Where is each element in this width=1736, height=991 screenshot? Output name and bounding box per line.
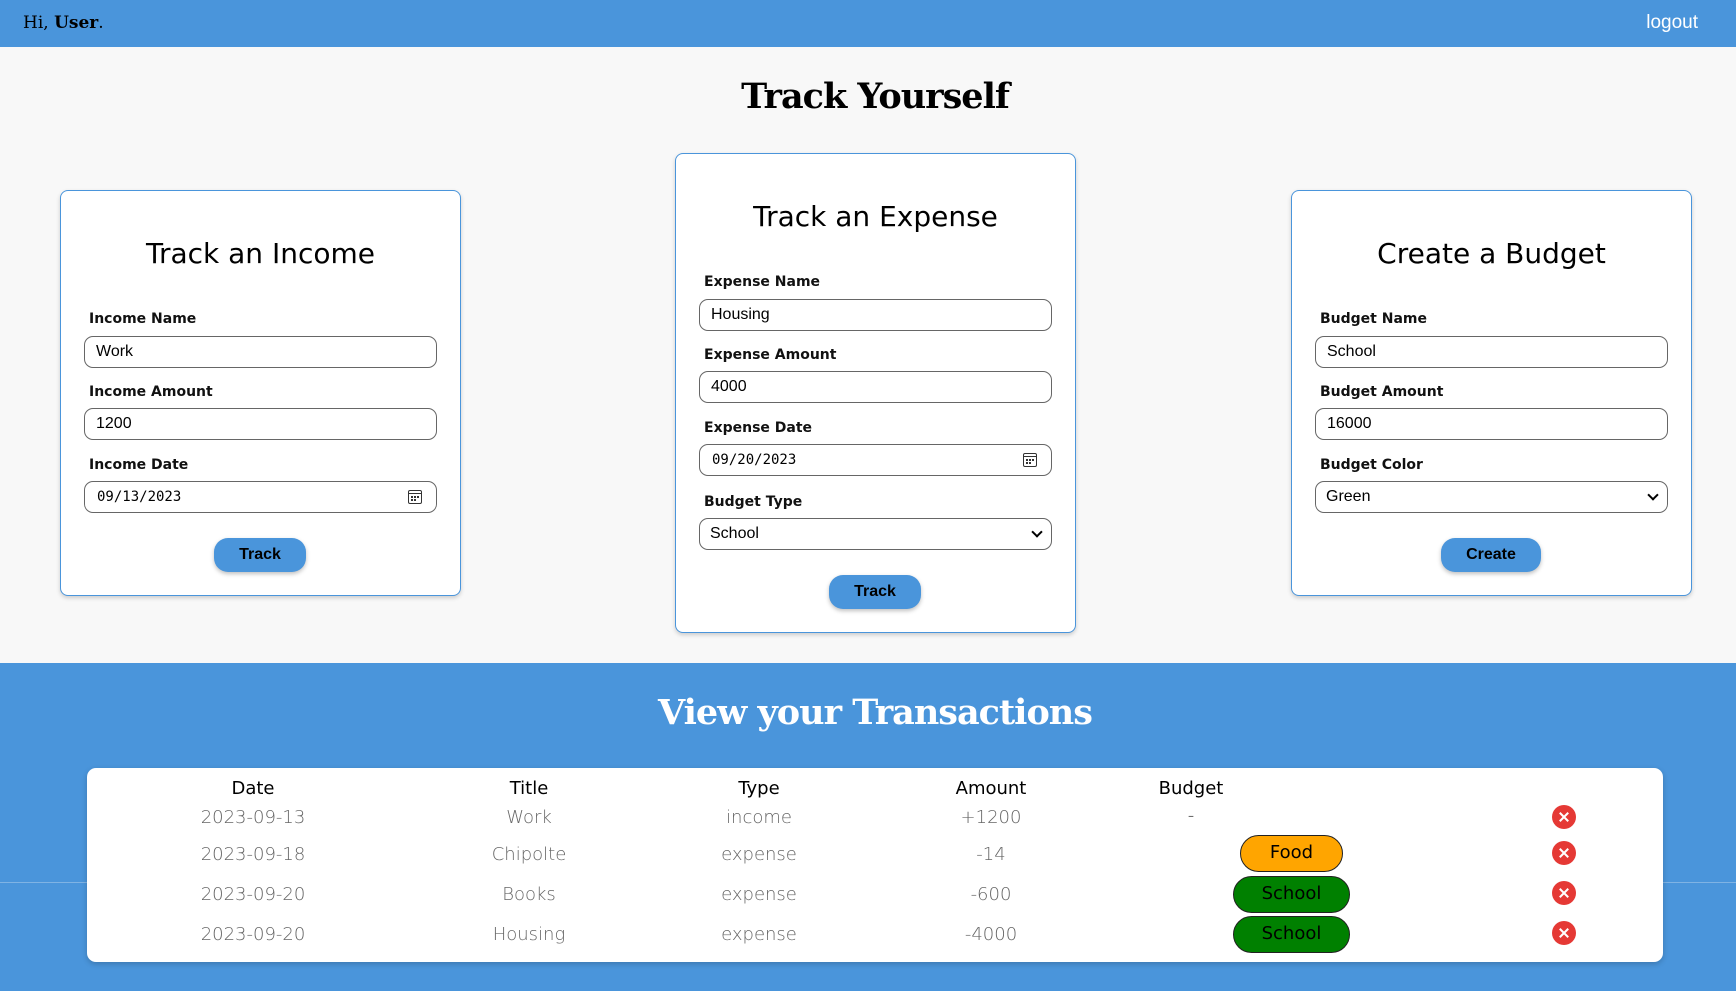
- cell-date: 2023-09-20: [200, 884, 306, 905]
- income-name-label: Income Name: [89, 311, 197, 327]
- expense-name-label: Expense Name: [704, 274, 821, 290]
- cell-type: expense: [721, 844, 797, 865]
- transactions-table: Date Title Type Amount Budget 2023-09-13…: [87, 768, 1663, 962]
- delete-x-icon[interactable]: [1552, 805, 1576, 829]
- budget-type-label: Budget Type: [704, 494, 803, 510]
- calendar-icon[interactable]: [408, 490, 422, 504]
- budget-badge: School: [1233, 876, 1350, 913]
- expense-date-label: Expense Date: [704, 420, 813, 436]
- delete-x-icon[interactable]: [1552, 881, 1576, 905]
- cell-date: 2023-09-13: [200, 807, 306, 828]
- chevron-down-icon: [1647, 489, 1659, 501]
- expense-form-title: Track an Expense: [753, 200, 998, 233]
- income-date-value: 09/13/2023: [97, 489, 182, 505]
- budget-amount-input[interactable]: 16000: [1315, 408, 1668, 440]
- top-bar: Hi, User. logout: [0, 0, 1736, 47]
- income-amount-input[interactable]: 1200: [84, 408, 437, 440]
- delete-x-icon[interactable]: [1552, 921, 1576, 945]
- column-header-type: Type: [738, 778, 780, 799]
- income-amount-label: Income Amount: [89, 384, 213, 400]
- cell-amount: -14: [976, 844, 1006, 865]
- expense-amount-label: Expense Amount: [704, 347, 837, 363]
- budget-color-label: Budget Color: [1320, 457, 1423, 473]
- budget-name-input[interactable]: School: [1315, 336, 1668, 368]
- user-name: User: [54, 13, 99, 33]
- cell-date: 2023-09-18: [200, 844, 306, 865]
- cell-type: expense: [721, 884, 797, 905]
- expense-name-input[interactable]: Housing: [699, 299, 1052, 331]
- income-date-label: Income Date: [89, 457, 189, 473]
- logout-link[interactable]: logout: [1646, 12, 1698, 34]
- cell-amount: +1200: [960, 807, 1022, 828]
- budget-badge: Food: [1240, 835, 1343, 872]
- income-name-input[interactable]: Work: [84, 336, 437, 368]
- page-title: Track Yourself: [741, 76, 1010, 117]
- cell-amount: -600: [970, 884, 1012, 905]
- cell-budget: -: [1187, 805, 1195, 826]
- cell-type: income: [726, 807, 792, 828]
- column-header-budget: Budget: [1158, 778, 1224, 799]
- cell-title: Books: [502, 884, 556, 905]
- column-header-title: Title: [509, 778, 549, 799]
- column-header-date: Date: [231, 778, 275, 799]
- track-expense-button[interactable]: Track: [829, 575, 921, 609]
- income-form-title: Track an Income: [145, 237, 375, 270]
- cell-date: 2023-09-20: [200, 924, 306, 945]
- income-date-input[interactable]: 09/13/2023: [84, 481, 437, 513]
- calendar-icon[interactable]: [1023, 453, 1037, 467]
- budget-color-select[interactable]: Green: [1315, 481, 1668, 513]
- budget-color-value: Green: [1326, 488, 1371, 505]
- greeting: Hi, User.: [23, 13, 104, 33]
- delete-x-icon[interactable]: [1552, 841, 1576, 865]
- chevron-down-icon: [1031, 526, 1043, 538]
- expense-date-input[interactable]: 09/20/2023: [699, 444, 1052, 476]
- budget-form-card: Create a Budget Budget Name School Budge…: [1291, 190, 1692, 596]
- cell-type: expense: [721, 924, 797, 945]
- create-budget-button[interactable]: Create: [1441, 538, 1541, 572]
- expense-date-value: 09/20/2023: [712, 452, 797, 468]
- track-income-button[interactable]: Track: [214, 538, 306, 572]
- expense-amount-input[interactable]: 4000: [699, 371, 1052, 403]
- transactions-title: View your Transactions: [658, 692, 1093, 733]
- column-header-amount: Amount: [955, 778, 1027, 799]
- budget-amount-label: Budget Amount: [1320, 384, 1444, 400]
- budget-form-title: Create a Budget: [1377, 237, 1606, 270]
- expense-form-card: Track an Expense Expense Name Housing Ex…: [675, 153, 1076, 633]
- cell-title: Housing: [492, 924, 566, 945]
- income-form-card: Track an Income Income Name Work Income …: [60, 190, 461, 596]
- budget-badge: School: [1233, 916, 1350, 953]
- budget-type-select[interactable]: School: [699, 518, 1052, 550]
- cell-title: Work: [506, 807, 552, 828]
- cell-title: Chipolte: [491, 844, 567, 865]
- budget-name-label: Budget Name: [1320, 311, 1427, 327]
- cell-amount: -4000: [964, 924, 1018, 945]
- budget-type-value: School: [710, 525, 759, 542]
